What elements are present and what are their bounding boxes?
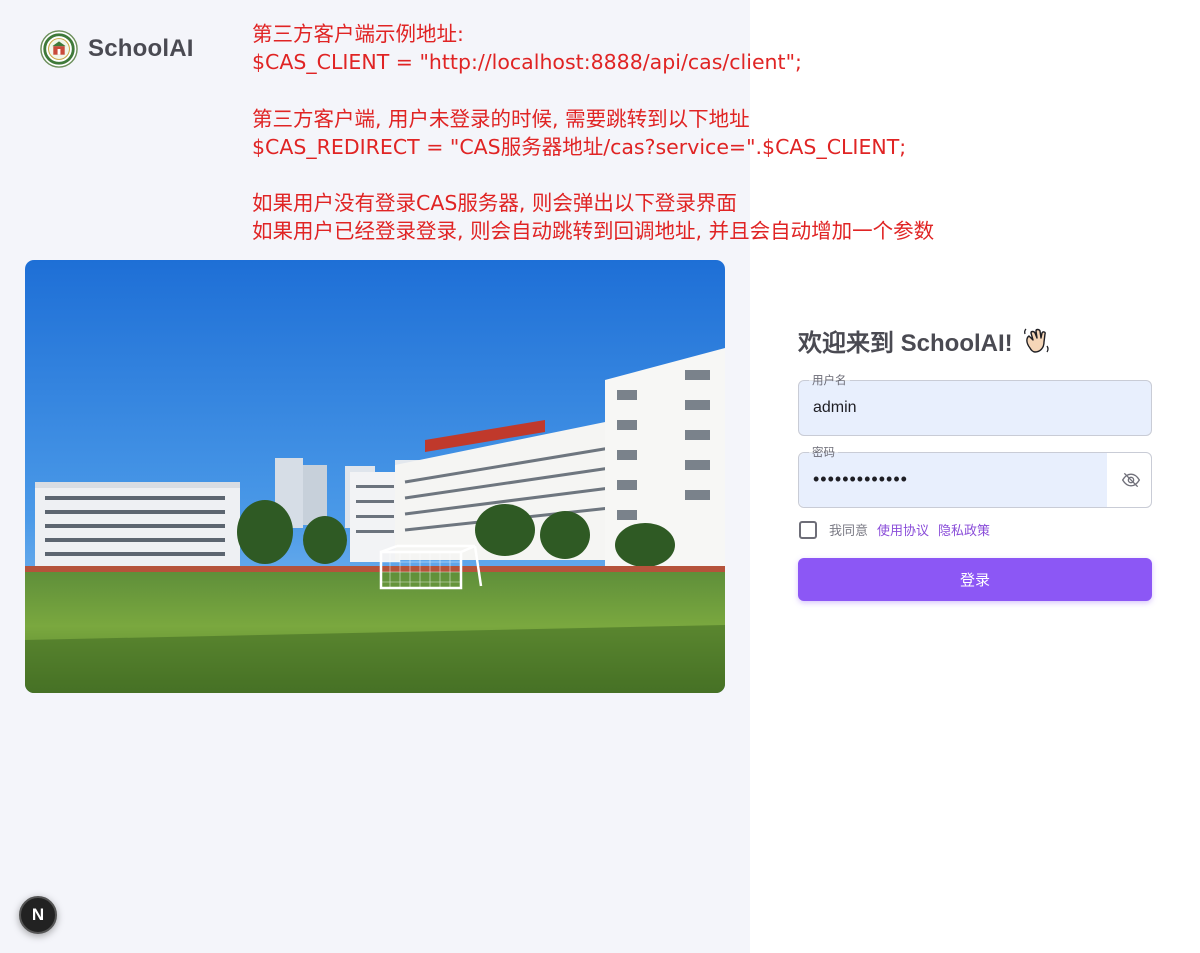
password-label: 密码 (809, 445, 838, 459)
brand-name: SchoolAI (88, 35, 194, 62)
cas-instructions: 第三方客户端示例地址: $CAS_CLIENT = "http://localh… (252, 20, 952, 246)
dev-tools-badge[interactable]: N (19, 896, 57, 934)
password-input[interactable]: ••••••••••••• (813, 469, 908, 490)
username-field[interactable]: 用户名 admin (798, 373, 1152, 436)
note-line: $CAS_CLIENT = "http://localhost:8888/api… (252, 50, 802, 75)
note-line: 如果用户已经登录登录, 则会自动跳转到回调地址, 并且会自动增加一个参数 (252, 219, 935, 244)
welcome-heading: 欢迎来到 SchoolAI! (798, 323, 1051, 358)
dev-badge-label: N (31, 905, 45, 924)
brand-logo[interactable]: SchoolAI (40, 30, 194, 68)
eye-off-icon[interactable] (1121, 470, 1141, 490)
note-line: 第三方客户端, 用户未登录的时候, 需要跳转到以下地址 (252, 106, 750, 131)
privacy-link[interactable]: 隐私政策 (938, 520, 990, 539)
campus-photo (25, 260, 725, 693)
note-line: 第三方客户端示例地址: (252, 22, 464, 46)
note-line (252, 76, 952, 104)
school-emblem-icon (40, 30, 78, 68)
waving-hand-icon (1023, 328, 1049, 353)
password-field[interactable]: 密码 ••••••••••••• (798, 445, 1152, 508)
username-label: 用户名 (809, 373, 850, 387)
agree-label: 我同意 (829, 524, 869, 539)
note-line: 如果用户没有登录CAS服务器, 则会弹出以下登录界面 (252, 191, 737, 216)
welcome-text: 欢迎来到 SchoolAI! (798, 330, 1013, 357)
terms-link[interactable]: 使用协议 (877, 520, 929, 539)
username-input[interactable]: admin (813, 399, 857, 417)
note-line: $CAS_REDIRECT = "CAS服务器地址/cas?service=".… (252, 134, 907, 159)
login-button[interactable]: 登录 (798, 558, 1152, 601)
note-line (252, 161, 952, 189)
agree-checkbox[interactable] (799, 520, 817, 539)
agreement-row: 我同意 使用协议 隐私政策 (799, 520, 990, 539)
